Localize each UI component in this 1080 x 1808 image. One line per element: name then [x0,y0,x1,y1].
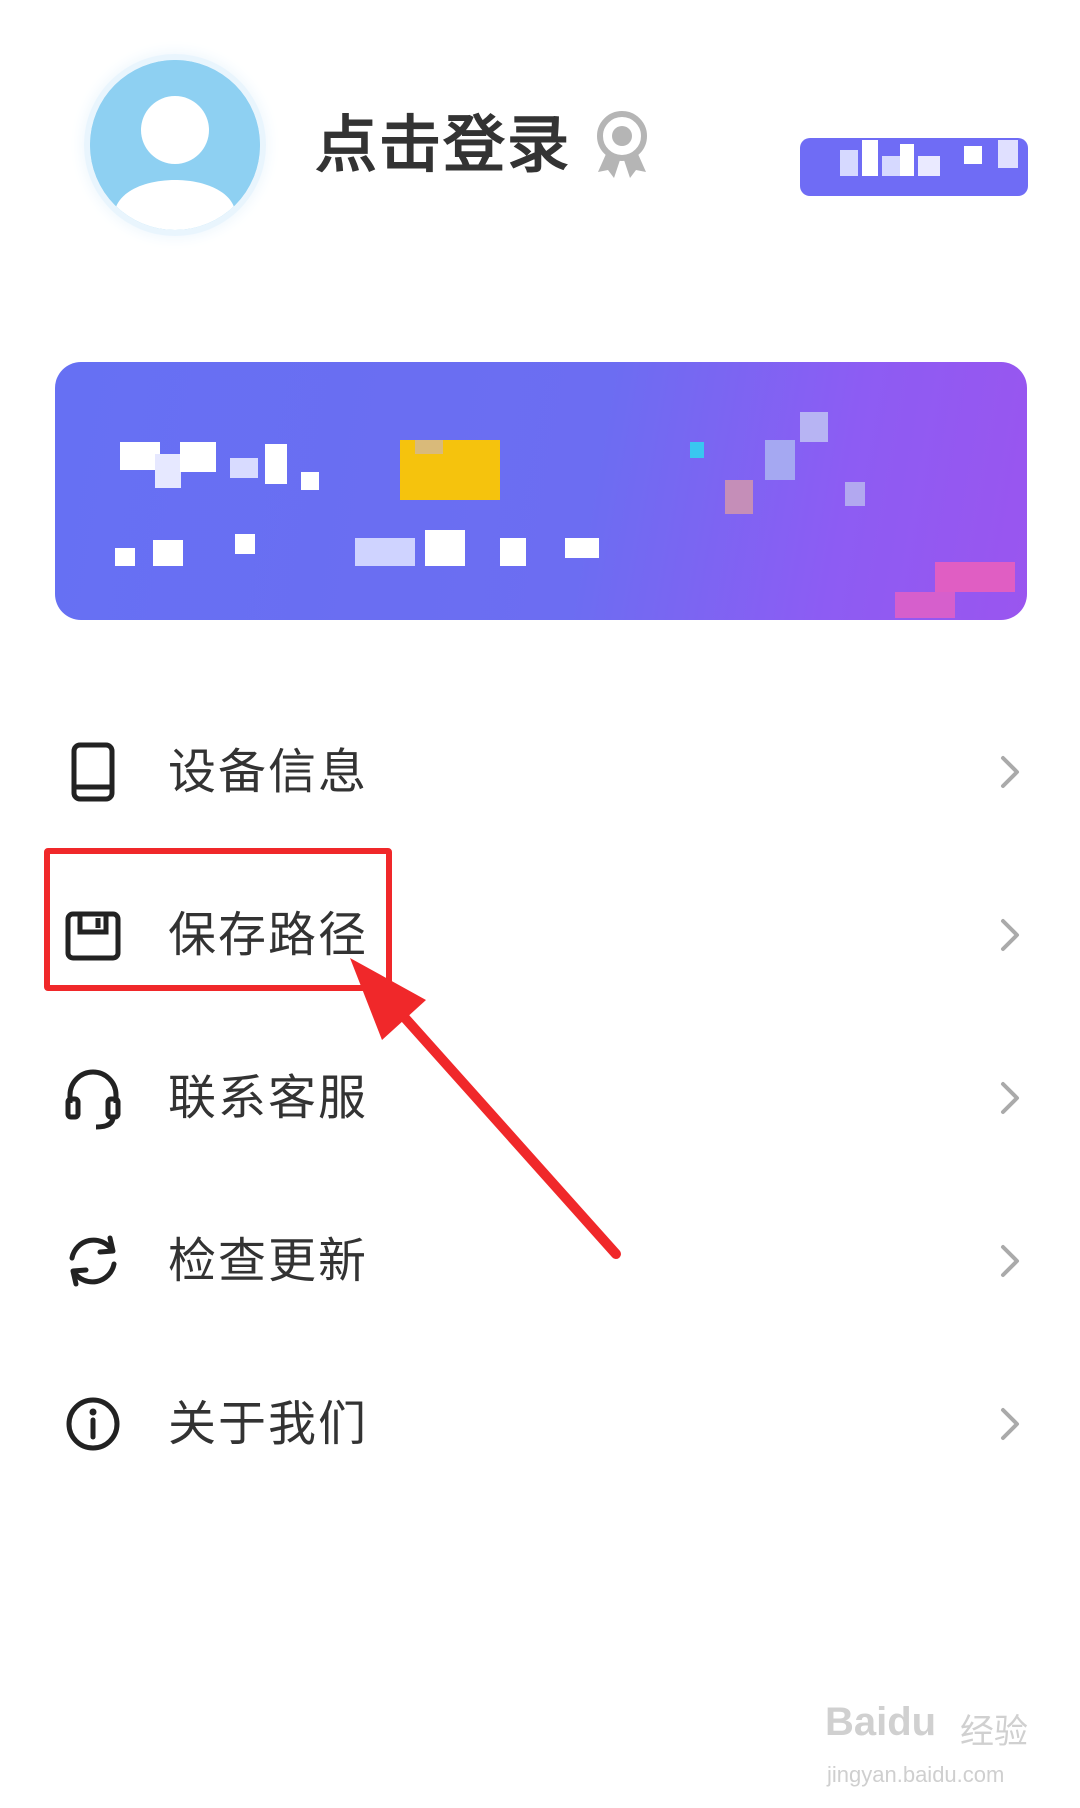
watermark-cn: 经验 [960,1712,1028,1752]
info-icon [60,1391,126,1457]
tablet-icon [60,739,126,805]
menu-item-about-us[interactable]: 关于我们 [50,1364,1050,1484]
annotation-arrow [350,958,621,1259]
promo-banner-obscured[interactable] [55,362,1027,620]
watermark-brand: Baidu [825,1700,937,1744]
chevron-right-icon [995,1404,1025,1444]
default-user-avatar-icon [90,60,260,230]
refresh-icon [60,1228,126,1294]
chevron-right-icon [995,1241,1025,1281]
chevron-right-icon [995,752,1025,792]
chevron-right-icon [995,915,1025,955]
avatar[interactable] [90,60,260,230]
baidu-jingyan-watermark: Baidu 经验 jingyan.baidu.com [825,1680,1065,1800]
menu-item-label: 设备信息 [168,744,369,800]
medal-icon [592,110,652,180]
headset-icon [60,1065,126,1131]
login-link[interactable]: 点击登录 [315,105,571,185]
vip-button-obscured[interactable] [800,100,1028,196]
menu-item-device-info[interactable]: 设备信息 [50,712,1050,832]
menu-item-label: 关于我们 [168,1396,369,1452]
watermark-url: jingyan.baidu.com [827,1762,1005,1787]
chevron-right-icon [995,1078,1025,1118]
